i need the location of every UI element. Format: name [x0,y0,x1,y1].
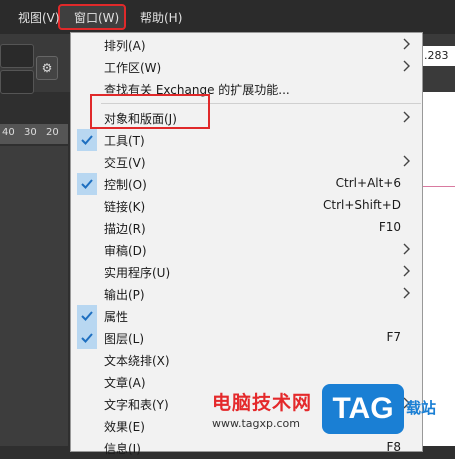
menu-item-label: 审稿(D) [104,244,147,258]
menu-item-label: 属性 [104,310,129,324]
check-icon [77,129,97,151]
check-icon [77,305,97,327]
menu-help[interactable]: 帮助(H) [140,9,182,26]
menu-item-properties[interactable]: 属性 [71,305,422,327]
menu-item-label: 文本绕排(X) [104,354,170,368]
ruler-label: 40 [2,127,15,138]
check-icon [77,173,97,195]
ruler-label: 30 [24,127,37,138]
menu-item-label: 文章(A) [104,376,146,390]
menu-item-layers[interactable]: 图层(L) F7 [71,327,422,349]
menu-item-review[interactable]: 审稿(D) [71,239,422,261]
menu-item-label: 输出(P) [104,288,145,302]
control-field[interactable] [0,70,34,94]
margin-guide [423,186,455,187]
ruler-label: 20 [46,127,59,138]
menu-item-output[interactable]: 输出(P) [71,283,422,305]
menu-item-shortcut: F10 [378,220,401,234]
chevron-right-icon [403,243,410,255]
link-icon[interactable]: ⚙ [36,56,58,80]
menu-item-label: 交互(V) [104,156,146,170]
menu-item-label: 工具(T) [104,134,145,148]
menu-item-shortcut: F7 [386,330,401,344]
control-field[interactable] [0,44,34,68]
watermark-site: 载站 [406,399,437,417]
chevron-right-icon [403,265,410,277]
menu-item-label: 描边(R) [104,222,146,236]
menu-item-control[interactable]: 控制(O) Ctrl+Alt+6 [71,173,422,195]
chevron-right-icon [403,155,410,167]
menu-item-label: 文字和表(Y) [104,398,169,412]
menu-item-label: 效果(E) [104,420,145,434]
menu-window[interactable]: 窗口(W) [74,9,119,26]
check-icon [77,327,97,349]
menu-item-tools[interactable]: 工具(T) [71,129,422,151]
menu-item-label: 图层(L) [104,332,145,346]
menu-item-label: 信息(I) [104,442,141,456]
menu-item-label: 链接(K) [104,200,146,214]
document-page [423,92,455,446]
number-field[interactable]: .283 [420,46,455,66]
menu-item-workspace[interactable]: 工作区(W) [71,56,422,78]
menu-item-arrange[interactable]: 排列(A) [71,34,422,56]
pasteboard [0,146,68,446]
menu-item-shortcut: Ctrl+Shift+D [323,198,401,212]
menu-item-label: 控制(O) [104,178,147,192]
menu-item-utilities[interactable]: 实用程序(U) [71,261,422,283]
menu-item-shortcut: F8 [386,440,401,454]
menu-item-label: 实用程序(U) [104,266,171,280]
menu-item-interactive[interactable]: 交互(V) [71,151,422,173]
watermark-text: 电脑技术网 [212,392,313,414]
menu-item-label: 工作区(W) [104,61,162,75]
chevron-right-icon [403,111,410,123]
menu-item-label: 排列(A) [104,39,146,53]
menu-item-links[interactable]: 链接(K) Ctrl+Shift+D [71,195,422,217]
chevron-right-icon [403,38,410,50]
chevron-right-icon [403,60,410,72]
menu-view[interactable]: 视图(V) [18,9,60,26]
menu-item-stroke[interactable]: 描边(R) F10 [71,217,422,239]
menu-item-info[interactable]: 信息(I) F8 [71,437,422,459]
chevron-right-icon [403,287,410,299]
watermark-url: www.tagxp.com [212,417,300,430]
watermark-logo: TAG [322,384,404,434]
menu-item-shortcut: Ctrl+Alt+6 [335,176,401,190]
annotation-highlight-box [90,94,210,129]
horizontal-ruler: 40 30 20 [0,124,68,144]
menu-bar: 视图(V) 窗口(W) 帮助(H) [0,0,455,34]
menu-item-text-wrap[interactable]: 文本绕排(X) [71,349,422,371]
